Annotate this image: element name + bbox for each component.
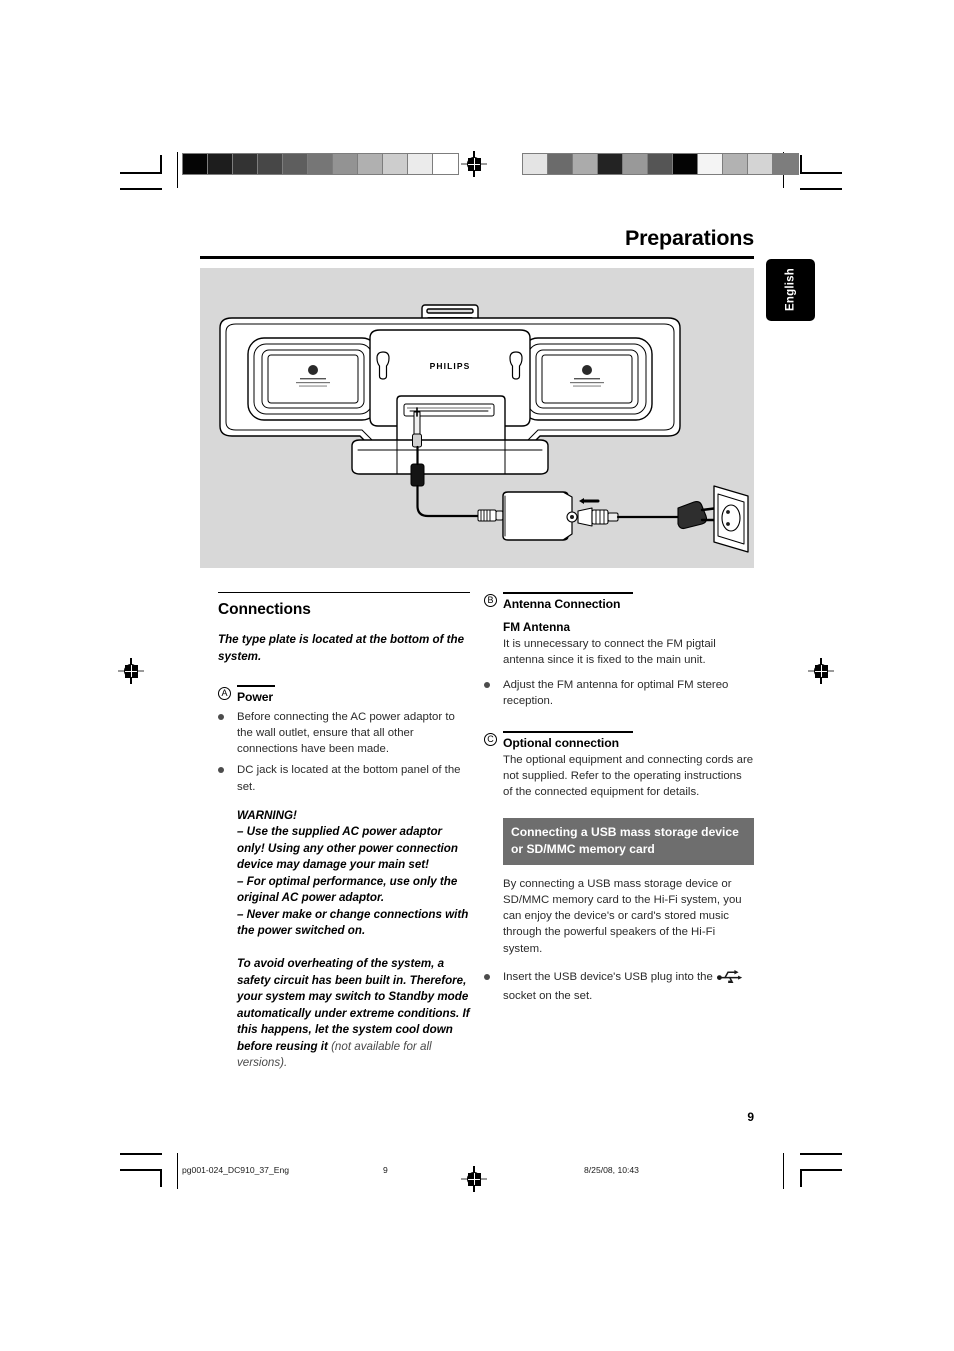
fm-antenna-body: It is unnecessary to connect the FM pigt…	[503, 637, 716, 666]
color-swatch-8	[698, 154, 723, 174]
color-calibration-bar-left	[182, 153, 459, 175]
bullet-dot-icon	[218, 713, 224, 720]
color-swatch-5	[623, 154, 648, 174]
optional-body: The optional equipment and connecting co…	[503, 753, 754, 799]
crop-mark-top-left-vertical	[160, 155, 162, 173]
connections-divider	[218, 592, 470, 594]
crop-mark-bottom-left-bleed	[120, 1153, 162, 1155]
color-swatch-10	[748, 154, 773, 174]
language-tab-label: English	[784, 268, 797, 312]
page-number: 9	[747, 1110, 754, 1124]
trim-line-left-bottom	[177, 1153, 179, 1189]
registration-mark-left-middle	[118, 658, 144, 684]
color-swatch-9	[723, 154, 748, 174]
power-bullet-2-text: DC jack is located at the bottom panel o…	[237, 764, 461, 793]
usb-icon	[717, 969, 743, 988]
type-plate-note: The type plate is located at the bottom …	[218, 633, 465, 663]
usb-section-body: By connecting a USB mass storage device …	[503, 877, 742, 955]
power-bullet-1-text: Before connecting the AC power adaptor t…	[237, 710, 455, 756]
color-swatch-6	[648, 154, 673, 174]
crop-mark-top-right-bleed	[800, 188, 842, 190]
trim-line-left	[177, 152, 179, 188]
color-swatch-11	[433, 154, 458, 174]
antenna-heading-group: B Antenna Connection	[484, 592, 754, 611]
power-heading-rule	[237, 685, 275, 687]
footer-timestamp: 8/25/08, 10:43	[584, 1165, 639, 1175]
optional-heading-group: C Optional connection	[484, 731, 754, 750]
left-column: Connections The type plate is located at…	[218, 592, 470, 1072]
optional-heading: Optional connection	[503, 735, 619, 750]
crop-mark-top-left-horizontal	[120, 172, 162, 174]
power-bullet-1: Before connecting the AC power adaptor t…	[218, 709, 470, 758]
warning-title: WARNING!	[237, 808, 297, 822]
power-bullet-2: DC jack is located at the bottom panel o…	[218, 762, 470, 794]
color-swatch-7	[333, 154, 358, 174]
usb-section-heading: Connecting a USB mass storage device or …	[503, 817, 754, 865]
color-swatch-5	[283, 154, 308, 174]
warning-block: WARNING! – Use the supplied AC power ada…	[237, 808, 470, 940]
crop-mark-bottom-right-vertical	[800, 1169, 802, 1187]
antenna-heading-rule	[503, 592, 633, 594]
crop-mark-bottom-right-bleed	[800, 1153, 842, 1155]
crop-mark-bottom-left-vertical	[160, 1169, 162, 1187]
antenna-bullet-1: Adjust the FM antenna for optimal FM ste…	[484, 677, 754, 709]
bullet-dot-icon	[484, 973, 490, 980]
optional-heading-rule	[503, 731, 633, 733]
color-swatch-2	[208, 154, 233, 174]
overheating-note: To avoid overheating of the system, a sa…	[237, 956, 470, 1071]
power-heading-group: A Power	[218, 685, 470, 704]
color-swatch-9	[383, 154, 408, 174]
antenna-bullet-1-text: Adjust the FM antenna for optimal FM ste…	[503, 678, 729, 708]
color-swatch-4	[598, 154, 623, 174]
page-title: Preparations	[624, 226, 754, 250]
crop-mark-bottom-left-horizontal	[120, 1169, 162, 1171]
crop-mark-top-right-horizontal	[800, 172, 842, 174]
section-title-connections: Connections	[218, 601, 311, 619]
antenna-heading: Antenna Connection	[503, 596, 621, 611]
language-tab: English	[766, 259, 815, 321]
bullet-dot-icon	[484, 681, 490, 688]
svg-text:PHILIPS: PHILIPS	[430, 361, 471, 371]
color-swatch-11	[773, 154, 798, 174]
trim-line-right-bottom	[783, 1153, 785, 1189]
color-swatch-1	[523, 154, 548, 174]
marker-b: B	[484, 594, 497, 607]
color-swatch-8	[358, 154, 383, 174]
overheating-note-bold: To avoid overheating of the system, a sa…	[237, 957, 470, 1053]
registration-mark-top-center	[461, 151, 487, 177]
warning-item-2: – For optimal performance, use only the …	[237, 874, 458, 905]
fm-antenna-block: FM Antenna It is unnecessary to connect …	[503, 620, 754, 668]
crop-mark-bottom-right-horizontal	[800, 1169, 842, 1171]
color-swatch-6	[308, 154, 333, 174]
color-calibration-bar-right	[522, 153, 799, 175]
crop-mark-top-left-bleed	[120, 188, 162, 190]
crop-mark-top-right-vertical	[800, 155, 802, 173]
color-swatch-10	[408, 154, 433, 174]
color-swatch-3	[573, 154, 598, 174]
connection-diagram-figure: PHILIPS	[200, 268, 754, 568]
bullet-dot-icon	[218, 767, 224, 774]
marker-a: A	[218, 687, 231, 701]
right-column: B Antenna Connection FM Antenna It is un…	[484, 592, 754, 1004]
usb-bullet-text-before: Insert the USB device's USB plug into th…	[503, 970, 713, 983]
color-swatch-7	[673, 154, 698, 174]
footer-filename: pg001-024_DC910_37_Eng	[182, 1165, 290, 1175]
usb-bullet-text-after: socket on the set.	[503, 989, 593, 1002]
color-swatch-3	[233, 154, 258, 174]
color-swatch-4	[258, 154, 283, 174]
footer-page: 9	[383, 1165, 388, 1175]
power-heading: Power	[237, 689, 274, 704]
registration-mark-bottom-center	[461, 1166, 487, 1192]
optional-body-block: The optional equipment and connecting co…	[484, 752, 754, 1004]
warning-item-3: – Never make or change connections with …	[237, 907, 469, 937]
marker-c: C	[484, 733, 497, 747]
registration-mark-right-middle	[808, 658, 834, 684]
fm-antenna-subheading: FM Antenna	[503, 619, 571, 634]
usb-bullet-1: Insert the USB device's USB plug into th…	[484, 969, 754, 1004]
title-divider	[200, 256, 754, 259]
color-swatch-1	[183, 154, 208, 174]
warning-item-1: – Use the supplied AC power adaptor only…	[237, 825, 458, 872]
color-swatch-2	[548, 154, 573, 174]
